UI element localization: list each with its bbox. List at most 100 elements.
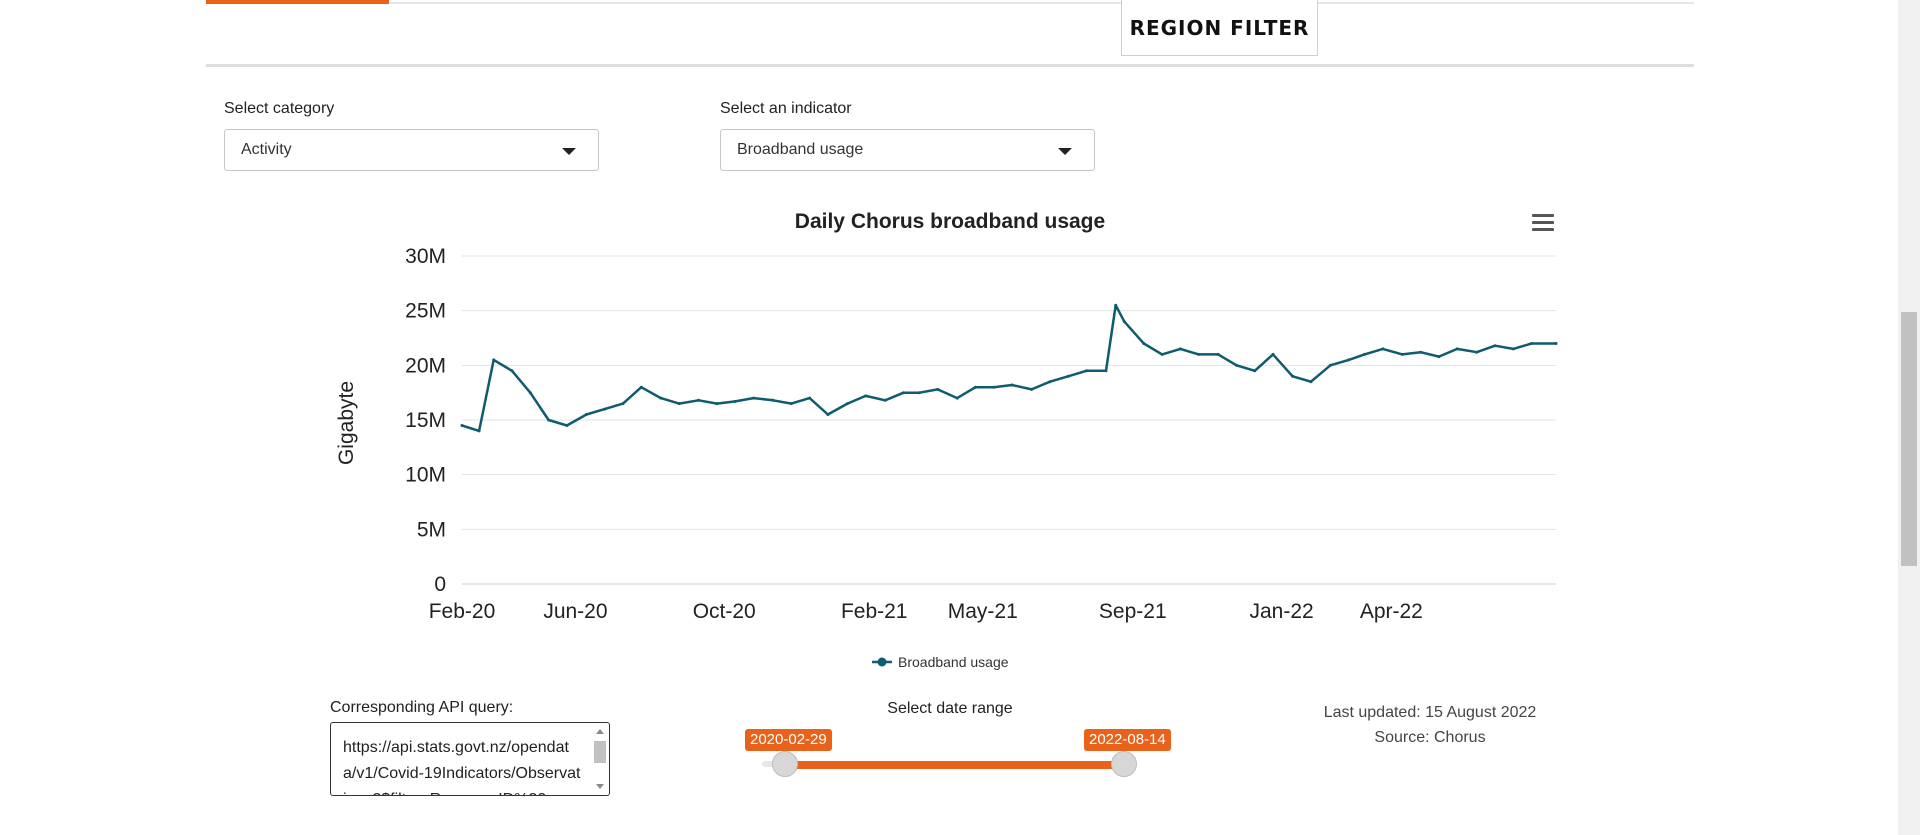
y-tick-label: 10M bbox=[405, 464, 446, 487]
data-point bbox=[715, 402, 719, 406]
data-point bbox=[492, 358, 496, 362]
data-point bbox=[789, 402, 793, 406]
data-point bbox=[883, 398, 887, 402]
data-point bbox=[771, 398, 775, 402]
data-point bbox=[1530, 342, 1534, 345]
data-point bbox=[864, 394, 868, 398]
y-tick-label: 25M bbox=[405, 300, 446, 323]
data-point bbox=[733, 399, 737, 403]
region-filter-button[interactable]: REGION FILTER bbox=[1121, 0, 1318, 56]
data-point bbox=[1066, 374, 1070, 378]
caret-down-icon bbox=[1058, 148, 1072, 155]
category-select-value: Activity bbox=[241, 141, 292, 158]
data-point bbox=[477, 429, 481, 433]
data-point bbox=[1455, 347, 1459, 351]
data-point bbox=[1400, 352, 1404, 356]
x-tick-label: Feb-21 bbox=[841, 600, 908, 623]
data-point bbox=[460, 424, 464, 427]
data-point bbox=[1253, 369, 1257, 373]
date-range-title: Select date range bbox=[887, 700, 1013, 717]
data-point bbox=[955, 396, 959, 400]
legend-dot-marker bbox=[877, 657, 887, 667]
page-scrollbar[interactable] bbox=[1898, 0, 1920, 835]
active-tab-indicator bbox=[206, 0, 389, 4]
api-query-label: Corresponding API query: bbox=[330, 699, 514, 716]
data-point bbox=[547, 418, 551, 422]
indicator-select-value: Broadband usage bbox=[737, 141, 864, 158]
category-select[interactable]: Activity bbox=[224, 129, 599, 171]
data-point bbox=[1291, 374, 1295, 378]
api-query-text: https://api.stats.govt.nz/opendata/v1/Co… bbox=[343, 739, 581, 795]
source-text: Source: Chorus bbox=[1374, 729, 1486, 746]
data-point bbox=[584, 413, 588, 416]
date-range-start-label: 2020-02-29 bbox=[745, 729, 832, 751]
date-range-end-handle[interactable] bbox=[1111, 751, 1137, 777]
data-point bbox=[1363, 352, 1366, 356]
data-point bbox=[1030, 387, 1034, 391]
data-point bbox=[936, 387, 940, 391]
date-range-start-handle[interactable] bbox=[772, 751, 798, 777]
data-point bbox=[1160, 352, 1164, 356]
data-point bbox=[992, 385, 996, 389]
data-point bbox=[1142, 342, 1146, 345]
x-tick-label: Sep-21 bbox=[1099, 600, 1167, 623]
y-tick-label: 5M bbox=[417, 518, 446, 541]
date-range-selected-fill bbox=[785, 761, 1124, 769]
x-tick-label: Apr-22 bbox=[1360, 600, 1423, 623]
y-tick-label: 0 bbox=[434, 573, 446, 596]
data-point bbox=[1178, 347, 1182, 351]
data-point bbox=[752, 396, 755, 400]
data-point bbox=[1048, 380, 1052, 384]
scroll-up-icon[interactable] bbox=[596, 729, 604, 734]
y-tick-label: 20M bbox=[405, 354, 446, 377]
indicator-select[interactable]: Broadband usage bbox=[720, 129, 1095, 171]
data-point bbox=[974, 385, 977, 389]
x-tick-label: Oct-20 bbox=[693, 600, 756, 623]
data-point bbox=[1104, 369, 1108, 373]
data-point bbox=[1475, 350, 1479, 354]
tab-divider bbox=[389, 2, 1694, 4]
chart-svg: Daily Chorus broadband usage Gigabyte 0 5… bbox=[335, 210, 1558, 670]
data-point bbox=[528, 391, 532, 395]
tab-bar: REGION FILTER bbox=[206, 0, 1694, 67]
category-label: Select category bbox=[224, 100, 335, 117]
page-scroll-thumb[interactable] bbox=[1901, 312, 1917, 566]
data-point bbox=[826, 413, 830, 416]
data-point bbox=[677, 402, 681, 406]
data-point bbox=[902, 391, 905, 395]
data-point bbox=[1010, 383, 1014, 387]
data-point bbox=[697, 398, 701, 402]
update-info: Last updated: 15 August 2022 Source: Cho… bbox=[1290, 700, 1570, 750]
data-point bbox=[1381, 347, 1385, 351]
scroll-down-icon[interactable] bbox=[596, 784, 604, 789]
series-line-broadband-usage bbox=[461, 303, 1556, 433]
data-point bbox=[565, 424, 569, 427]
x-tick-label: Feb-20 bbox=[429, 600, 496, 623]
scroll-thumb[interactable] bbox=[594, 741, 606, 763]
api-query-textarea[interactable]: https://api.stats.govt.nz/opendata/v1/Co… bbox=[330, 722, 610, 796]
api-scrollbar[interactable] bbox=[593, 727, 607, 791]
data-point bbox=[1216, 352, 1220, 356]
data-point bbox=[621, 402, 625, 406]
indicator-label: Select an indicator bbox=[720, 100, 852, 117]
data-point bbox=[1235, 363, 1238, 367]
data-point bbox=[659, 396, 663, 400]
x-tick-label: May-21 bbox=[948, 600, 1018, 623]
last-updated-text: Last updated: 15 August 2022 bbox=[1323, 704, 1537, 721]
x-tick-label: Jan-22 bbox=[1249, 600, 1313, 623]
hamburger-menu-icon[interactable] bbox=[1532, 214, 1554, 232]
chart-title: Daily Chorus broadband usage bbox=[795, 210, 1105, 233]
data-point bbox=[1347, 358, 1351, 362]
data-point bbox=[1437, 355, 1441, 359]
data-point bbox=[1271, 352, 1275, 356]
data-point bbox=[1493, 344, 1497, 348]
y-axis-label: Gigabyte bbox=[335, 381, 358, 465]
data-point bbox=[1197, 352, 1201, 356]
data-point bbox=[1114, 303, 1118, 307]
data-point bbox=[808, 396, 812, 400]
data-point bbox=[639, 385, 643, 389]
date-range-end-label: 2022-08-14 bbox=[1084, 729, 1171, 751]
data-point bbox=[510, 369, 514, 373]
data-point bbox=[1122, 320, 1126, 324]
legend-item-broadband-usage[interactable]: Broadband usage bbox=[898, 654, 1009, 670]
